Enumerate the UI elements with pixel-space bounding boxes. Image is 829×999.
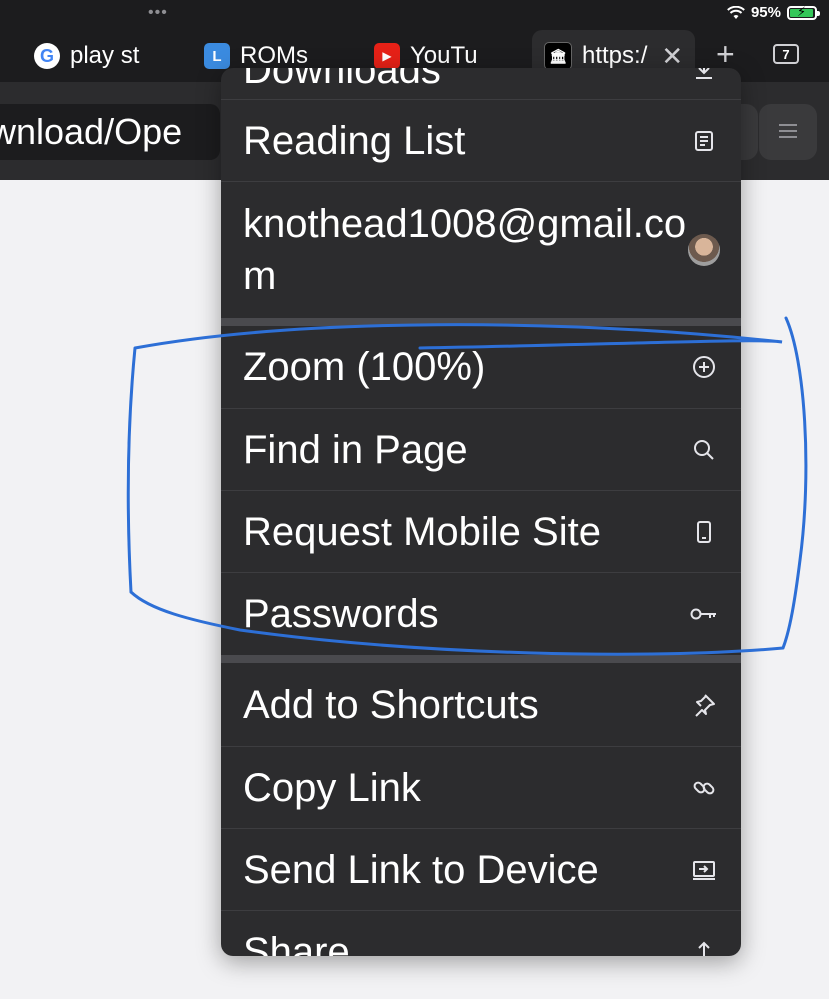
menu-item-label: Request Mobile Site bbox=[243, 509, 601, 554]
menu-separator bbox=[221, 655, 741, 663]
avatar bbox=[687, 233, 721, 267]
tab-title: YouTu bbox=[410, 42, 478, 69]
tab-title: https:/ bbox=[582, 42, 648, 69]
pin-icon bbox=[687, 688, 721, 722]
tab-play-store[interactable]: G play st bbox=[34, 30, 139, 82]
menu-item-reading-list[interactable]: Reading List bbox=[221, 100, 741, 182]
menu-item-passwords[interactable]: Passwords bbox=[221, 573, 741, 655]
menu-item-send-link-to-device[interactable]: Send Link to Device bbox=[221, 829, 741, 911]
menu-item-label: Add to Shortcuts bbox=[243, 682, 539, 727]
key-icon bbox=[687, 597, 721, 631]
multitasking-dots-icon[interactable]: ••• bbox=[148, 4, 168, 22]
menu-item-find-in-page[interactable]: Find in Page bbox=[221, 409, 741, 491]
reading-list-icon bbox=[687, 124, 721, 158]
phone-icon bbox=[687, 515, 721, 549]
download-icon bbox=[687, 68, 721, 87]
menu-item-label: Copy Link bbox=[243, 765, 421, 810]
menu-item-label: Send Link to Device bbox=[243, 847, 599, 892]
menu-item-label: Reading List bbox=[243, 118, 466, 163]
tab-count-button[interactable]: 7 bbox=[773, 44, 799, 64]
youtube-favicon-icon: ▶ bbox=[374, 43, 400, 69]
menu-item-request-mobile-site[interactable]: Request Mobile Site bbox=[221, 491, 741, 573]
menu-item-zoom[interactable]: Zoom (100%) bbox=[221, 326, 741, 409]
wifi-icon bbox=[727, 5, 745, 19]
google-favicon-icon: G bbox=[34, 43, 60, 69]
menu-item-label: Share bbox=[243, 930, 350, 956]
museum-favicon-icon: 🏛 bbox=[544, 42, 572, 70]
menu-item-label: Zoom (100%) bbox=[243, 345, 486, 389]
menu-separator bbox=[221, 318, 741, 326]
menu-button[interactable] bbox=[759, 104, 817, 160]
menu-item-label: Downloads bbox=[243, 68, 441, 92]
send-to-device-icon bbox=[687, 853, 721, 887]
letter-l-favicon-icon: L bbox=[204, 43, 230, 69]
menu-item-label: Passwords bbox=[243, 592, 439, 636]
menu-item-add-to-shortcuts[interactable]: Add to Shortcuts bbox=[221, 663, 741, 747]
zoom-in-icon bbox=[687, 350, 721, 384]
menu-item-label: Find in Page bbox=[243, 427, 468, 472]
account-email: knothead1008@gmail.com bbox=[243, 202, 687, 298]
url-field[interactable]: wnload/Ope bbox=[0, 104, 220, 160]
menu-item-account[interactable]: knothead1008@gmail.com bbox=[221, 182, 741, 318]
link-icon bbox=[687, 771, 721, 805]
battery-percent: 95% bbox=[750, 4, 781, 21]
menu-item-downloads[interactable]: Downloads bbox=[221, 68, 741, 100]
search-icon bbox=[687, 433, 721, 467]
status-bar: ••• 95% ⚡ bbox=[0, 0, 829, 30]
browser-overflow-menu: Downloads Reading List knothead1008@gmai… bbox=[221, 68, 741, 956]
battery-icon: ⚡ bbox=[787, 4, 820, 20]
menu-item-copy-link[interactable]: Copy Link bbox=[221, 747, 741, 829]
share-icon bbox=[687, 935, 721, 956]
tab-title: ROMs bbox=[240, 42, 308, 69]
tab-title: play st bbox=[70, 42, 140, 69]
status-right: 95% ⚡ bbox=[727, 4, 820, 21]
menu-item-share[interactable]: Share bbox=[221, 911, 741, 956]
close-tab-icon[interactable]: ✕ bbox=[661, 41, 683, 72]
hamburger-icon bbox=[779, 124, 797, 142]
url-text: wnload/Ope bbox=[0, 111, 183, 152]
